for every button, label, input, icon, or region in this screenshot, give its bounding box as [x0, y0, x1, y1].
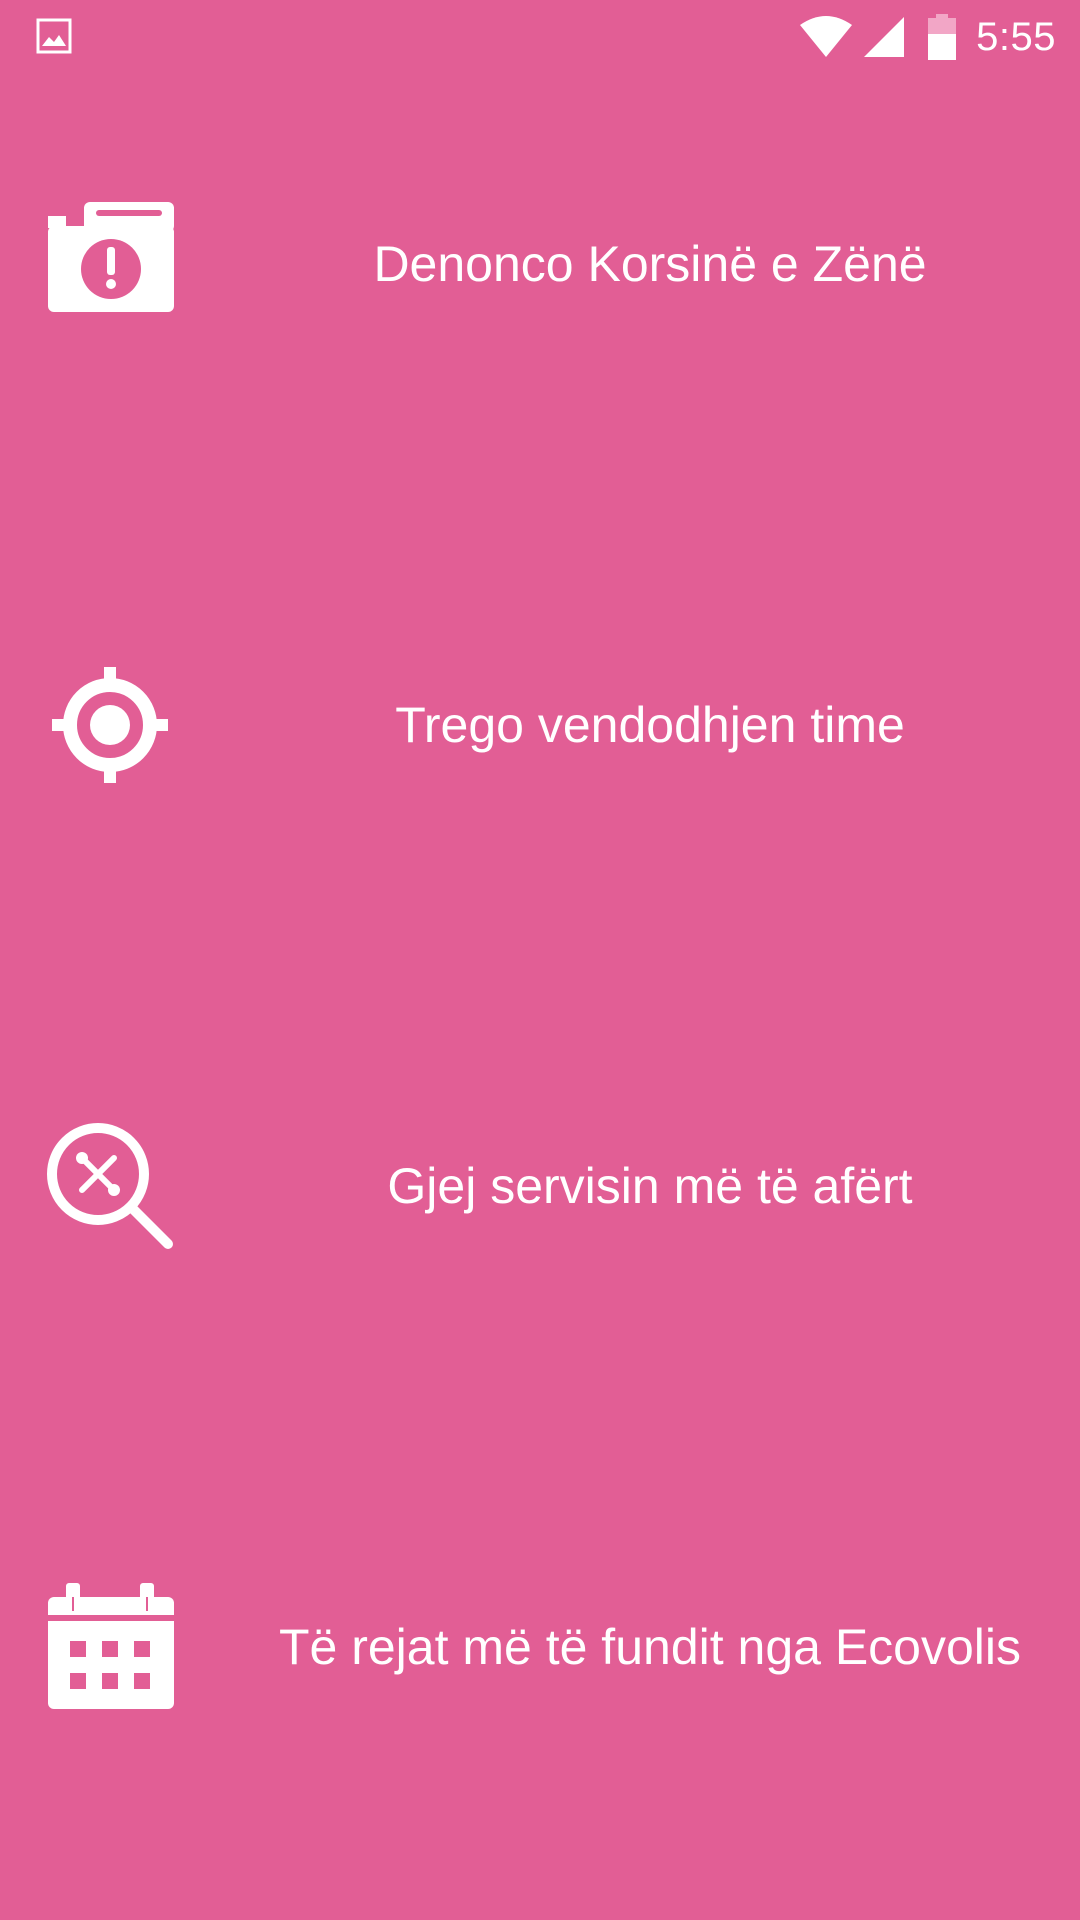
menu-item-label: Trego vendodhjen time: [395, 697, 905, 753]
status-icons: 5:55: [798, 12, 1056, 62]
calendar-icon: [40, 1577, 180, 1717]
gallery-icon: [36, 18, 72, 54]
cell-signal-icon: [862, 15, 906, 59]
wifi-icon: [798, 15, 854, 59]
menu-item-latest-news[interactable]: Të rejat më të fundit nga Ecovolis: [0, 1457, 1080, 1837]
main-menu: Denonco Korsinë e Zënë Trego vendodhjen …: [0, 74, 1080, 1920]
search-service-icon: [40, 1116, 180, 1256]
status-clock: 5:55: [976, 14, 1056, 59]
crosshair-location-icon: [40, 655, 180, 795]
menu-item-report-lane[interactable]: Denonco Korsinë e Zënë: [0, 74, 1080, 454]
menu-item-label: Të rejat më të fundit nga Ecovolis: [278, 1619, 1022, 1675]
menu-item-find-service[interactable]: Gjej servisin më të afërt: [0, 996, 1080, 1376]
menu-item-label: Gjej servisin më të afërt: [387, 1158, 913, 1214]
menu-item-show-location[interactable]: Trego vendodhjen time: [0, 535, 1080, 915]
status-bar: 5:55: [0, 0, 1080, 74]
menu-item-label: Denonco Korsinë e Zënë: [373, 236, 927, 292]
battery-icon: [928, 14, 957, 60]
camera-alert-icon: [40, 194, 180, 334]
